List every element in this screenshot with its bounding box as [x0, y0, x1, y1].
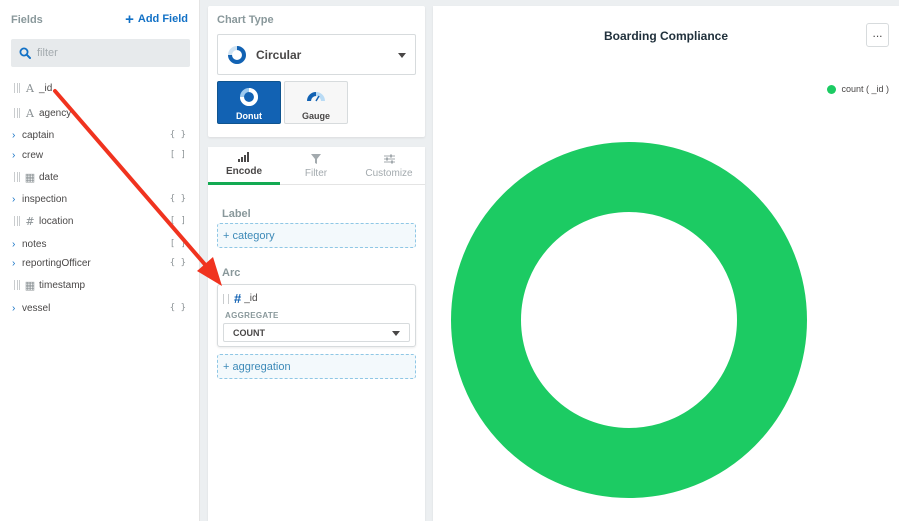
drag-handle-icon[interactable]: [223, 293, 229, 304]
tab-customize[interactable]: Customize: [353, 147, 425, 185]
add-field-label: Add Field: [137, 13, 188, 25]
field-name: reportingOfficer: [22, 257, 91, 269]
legend-label: count ( _id ): [841, 84, 889, 94]
label-section-title: Label: [222, 208, 251, 220]
chart-title: Boarding Compliance: [603, 29, 728, 43]
chevron-down-icon: [398, 52, 406, 58]
tab-customize-label: Customize: [365, 167, 413, 179]
fields-panel: Fields + Add Field A_idAagency›captain{ …: [0, 0, 200, 521]
arc-field-header: # _id: [223, 291, 258, 306]
aggregate-select[interactable]: COUNT: [223, 323, 410, 342]
number-type-icon: #: [25, 214, 35, 228]
string-type-icon: A: [26, 81, 34, 95]
encode-tabs: Encode Filter Customize: [208, 147, 425, 185]
field-item-captain[interactable]: › captain { }: [0, 126, 200, 144]
field-name: inspection: [22, 193, 68, 205]
field-item-inspection[interactable]: › inspection { }: [0, 190, 200, 208]
field-item-date[interactable]: ▦ date: [0, 168, 200, 186]
field-type-tag: { }: [169, 130, 186, 140]
drag-handle-icon[interactable]: [14, 280, 20, 290]
date-type-icon: ▦: [24, 170, 36, 184]
field-name: timestamp: [39, 279, 86, 291]
tab-filter[interactable]: Filter: [280, 147, 352, 185]
field-name: agency: [39, 107, 72, 119]
arc-field-card[interactable]: # _id AGGREGATE COUNT: [217, 284, 416, 347]
field-type-tag: { }: [169, 194, 186, 204]
chart-type-card: Chart Type Circular Donut Gauge: [208, 6, 425, 137]
aggregate-label: AGGREGATE: [225, 311, 279, 320]
chart-type-value: Circular: [256, 47, 302, 62]
field-item-notes[interactable]: › notes [ ]: [0, 235, 200, 253]
field-item-location[interactable]: # location [ ]: [0, 212, 200, 230]
field-item-vessel[interactable]: › vessel { }: [0, 299, 200, 317]
subtype-donut-button[interactable]: Donut: [217, 81, 281, 124]
circular-chart-icon: [228, 45, 246, 64]
chevron-right-icon[interactable]: ›: [12, 258, 22, 269]
field-item-timestamp[interactable]: ▦ timestamp: [0, 276, 200, 294]
chart-type-title: Chart Type: [217, 14, 274, 26]
sliders-icon: [383, 154, 395, 166]
field-name: date: [39, 171, 59, 183]
subtype-gauge-label: Gauge: [301, 111, 330, 121]
field-item-agency[interactable]: Aagency: [0, 104, 200, 122]
subtype-donut-label: Donut: [236, 111, 262, 121]
chevron-right-icon[interactable]: ›: [12, 303, 22, 314]
fields-title: Fields: [11, 14, 43, 26]
field-type-tag: [ ]: [169, 150, 186, 160]
chart-type-select[interactable]: Circular: [217, 34, 416, 75]
subtype-gauge-button[interactable]: Gauge: [284, 81, 348, 124]
donut-slice[interactable]: [451, 142, 807, 498]
field-type-tag: { }: [169, 303, 186, 313]
drag-handle-icon[interactable]: [14, 108, 20, 118]
field-name: location: [39, 215, 74, 227]
drag-handle-icon[interactable]: [14, 83, 20, 93]
field-name: vessel: [22, 302, 51, 314]
field-item-crew[interactable]: › crew [ ]: [0, 146, 200, 164]
field-filter[interactable]: [11, 39, 190, 67]
field-name: _id: [39, 82, 53, 94]
category-dropzone[interactable]: + category: [217, 223, 416, 248]
chevron-down-icon: [392, 330, 400, 336]
string-type-icon: A: [26, 106, 34, 120]
tab-encode-label: Encode: [225, 166, 263, 177]
arc-section-title: Arc: [222, 267, 241, 279]
date-type-icon: ▦: [24, 278, 36, 292]
chevron-right-icon[interactable]: ›: [12, 150, 22, 161]
filter-input[interactable]: [37, 47, 187, 59]
field-name: captain: [22, 129, 55, 141]
field-name: crew: [22, 149, 44, 161]
gauge-icon: [307, 92, 325, 102]
field-type-tag: { }: [169, 258, 186, 268]
encode-panel: Encode Filter Customize Label + category…: [208, 147, 425, 521]
field-name: notes: [22, 238, 47, 250]
donut-chart[interactable]: [451, 124, 807, 516]
chart-panel: Boarding Compliance ... count ( _id ): [433, 6, 899, 521]
tab-encode[interactable]: Encode: [208, 147, 280, 185]
drag-handle-icon[interactable]: [14, 216, 20, 226]
more-options-label: ...: [872, 26, 883, 40]
legend-swatch: [827, 84, 837, 94]
field-item-reportingOfficer[interactable]: › reportingOfficer { }: [0, 254, 200, 272]
chart-legend[interactable]: count ( _id ): [827, 84, 889, 94]
number-type-icon: #: [234, 291, 242, 306]
more-options-button[interactable]: ...: [866, 23, 889, 47]
donut-icon: [240, 88, 258, 106]
field-type-tag: [ ]: [169, 216, 186, 226]
drag-handle-icon[interactable]: [14, 172, 20, 182]
plus-icon: +: [125, 10, 134, 28]
aggregation-dropzone[interactable]: + aggregation: [217, 354, 416, 379]
bar-signal-icon: [238, 152, 250, 164]
chevron-right-icon[interactable]: ›: [12, 194, 22, 205]
funnel-icon: [311, 153, 321, 166]
arc-field-name: _id: [244, 293, 258, 304]
field-type-tag: [ ]: [169, 239, 186, 249]
field-item-underscore-id[interactable]: A _id: [0, 79, 200, 97]
aggregate-value: COUNT: [233, 327, 265, 338]
chevron-right-icon[interactable]: ›: [12, 130, 22, 141]
tab-filter-label: Filter: [304, 167, 328, 179]
chevron-right-icon[interactable]: ›: [12, 239, 22, 250]
search-icon: [19, 47, 31, 59]
add-field-button[interactable]: + Add Field: [125, 10, 188, 28]
